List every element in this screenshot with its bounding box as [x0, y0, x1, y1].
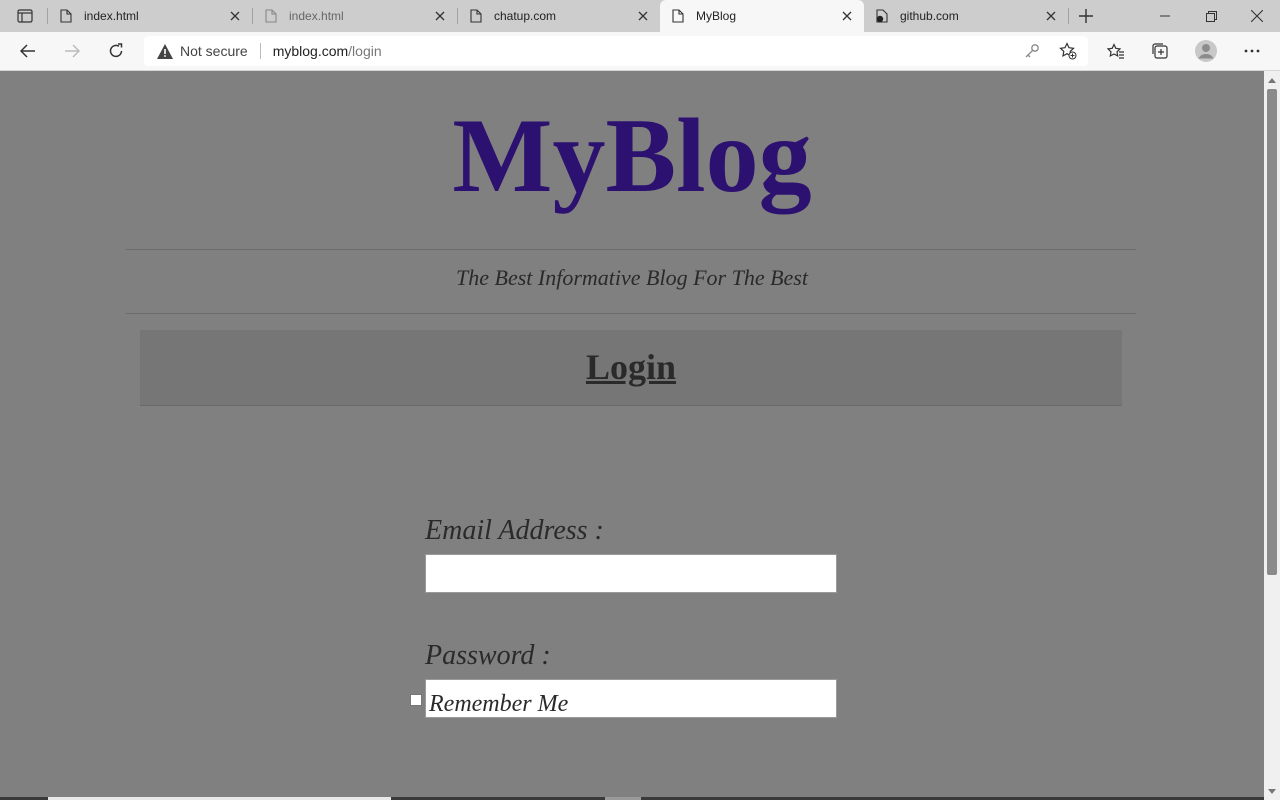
header-divider-top	[126, 249, 1136, 250]
tab-strip: index.html index.html chatup.com MyBlog …	[0, 0, 1280, 32]
tab-title: github.com	[900, 9, 959, 23]
tab-chatup[interactable]: chatup.com	[458, 0, 660, 32]
add-favorite-icon[interactable]	[1059, 42, 1077, 60]
restore-button[interactable]	[1188, 0, 1234, 32]
remember-me-label[interactable]: Remember Me	[429, 691, 568, 718]
tab-title: MyBlog	[696, 9, 737, 23]
tab-title: chatup.com	[494, 9, 557, 23]
collections-button[interactable]	[1144, 36, 1176, 66]
close-icon	[1251, 10, 1263, 22]
password-label: Password :	[425, 640, 551, 671]
profile-button[interactable]	[1190, 36, 1222, 66]
scroll-down-icon[interactable]	[1264, 784, 1280, 798]
browser-toolbar: Not secure myblog.com/login	[0, 32, 1280, 71]
refresh-button[interactable]	[100, 36, 132, 66]
login-banner: Login	[140, 330, 1122, 406]
tab-separator	[1068, 8, 1069, 24]
back-button[interactable]	[12, 36, 44, 66]
warning-icon[interactable]	[156, 42, 174, 60]
tab-actions-button[interactable]	[8, 4, 42, 28]
site-tagline: The Best Informative Blog For The Best	[456, 265, 808, 290]
tab-index-2[interactable]: index.html	[253, 0, 457, 32]
restore-icon	[1205, 10, 1217, 22]
close-tab-icon[interactable]	[224, 5, 246, 27]
more-options-icon	[1244, 49, 1260, 53]
remember-me-checkbox[interactable]	[410, 694, 422, 706]
minimize-button[interactable]	[1142, 0, 1188, 32]
plus-icon	[1079, 9, 1093, 23]
page-viewport: MyBlog The Best Informative Blog For The…	[0, 71, 1264, 800]
site-title[interactable]: MyBlog	[0, 101, 1264, 211]
favorites-icon	[1107, 42, 1124, 59]
header-divider-bottom	[126, 313, 1136, 314]
url-host[interactable]: myblog.com	[273, 43, 348, 59]
close-window-button[interactable]	[1234, 0, 1280, 32]
favorites-button[interactable]	[1100, 36, 1132, 66]
minimize-icon	[1160, 15, 1170, 17]
tab-index-1[interactable]: index.html	[48, 0, 252, 32]
email-label: Email Address :	[425, 515, 604, 546]
vertical-scrollbar[interactable]	[1264, 71, 1280, 800]
page-icon	[263, 8, 279, 24]
address-bar[interactable]: Not secure myblog.com/login	[144, 36, 1088, 66]
login-heading: Login	[585, 347, 677, 387]
tab-title: index.html	[289, 9, 344, 23]
close-tab-icon[interactable]	[836, 5, 858, 27]
forward-arrow-icon	[65, 44, 80, 58]
forward-button[interactable]	[56, 36, 88, 66]
scroll-up-icon[interactable]	[1264, 73, 1280, 87]
new-tab-button[interactable]	[1072, 4, 1100, 28]
page-icon	[468, 8, 484, 24]
close-tab-icon[interactable]	[429, 5, 451, 27]
tab-github[interactable]: github.com	[864, 0, 1068, 32]
scroll-thumb[interactable]	[1267, 89, 1277, 575]
avatar-icon	[1195, 40, 1217, 62]
back-arrow-icon	[20, 44, 35, 58]
close-tab-icon[interactable]	[1040, 5, 1062, 27]
tab-title: index.html	[84, 9, 139, 23]
settings-menu-button[interactable]	[1236, 36, 1268, 66]
url-path[interactable]: /login	[348, 43, 381, 59]
email-field[interactable]	[425, 554, 837, 593]
tab-actions-icon	[17, 9, 33, 23]
close-tab-icon[interactable]	[632, 5, 654, 27]
key-icon[interactable]	[1023, 42, 1041, 60]
github-icon	[874, 8, 890, 24]
page-icon	[670, 8, 686, 24]
address-divider	[259, 43, 261, 59]
tab-myblog[interactable]: MyBlog	[660, 0, 864, 32]
security-label[interactable]: Not secure	[180, 43, 248, 59]
refresh-icon	[109, 43, 123, 58]
collections-icon	[1152, 43, 1168, 59]
page-icon	[58, 8, 74, 24]
